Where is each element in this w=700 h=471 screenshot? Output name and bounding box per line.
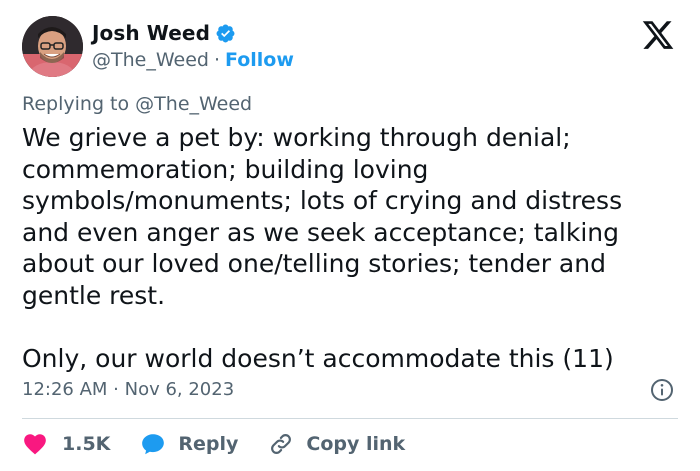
like-button[interactable]: 1.5K [22,431,110,457]
speech-bubble-icon [140,431,166,457]
author-name-row: Josh Weed [92,20,236,46]
display-name[interactable]: Josh Weed [92,21,210,45]
author-handle[interactable]: @The_Weed [92,49,209,71]
likes-count: 1.5K [62,433,111,455]
divider [22,418,678,419]
replying-prefix: Replying to [22,93,130,115]
replying-to: Replying to @The_Weed [22,93,252,115]
copy-link-label: Copy link [306,433,406,455]
reply-label: Reply [178,433,239,455]
x-logo-icon[interactable] [640,18,676,52]
link-icon [268,431,294,457]
info-icon[interactable] [650,378,674,402]
follow-button[interactable]: Follow [225,49,294,71]
tweet-card: Josh Weed @The_Weed · Follow Replying to… [0,0,700,471]
reply-button[interactable]: Reply [140,431,238,457]
tweet-text: We grieve a pet by: working through deni… [22,123,623,373]
replying-handle-link[interactable]: @The_Weed [135,93,252,115]
verified-badge-icon [215,23,236,44]
action-bar: 1.5K Reply Copy link [22,430,435,458]
avatar[interactable] [22,16,83,77]
heart-icon [22,431,48,457]
copy-link-button[interactable]: Copy link [268,431,405,457]
handle-row: @The_Weed · Follow [92,48,294,72]
tweet-timestamp[interactable]: 12:26 AM · Nov 6, 2023 [22,379,234,400]
separator-dot: · [213,49,220,71]
